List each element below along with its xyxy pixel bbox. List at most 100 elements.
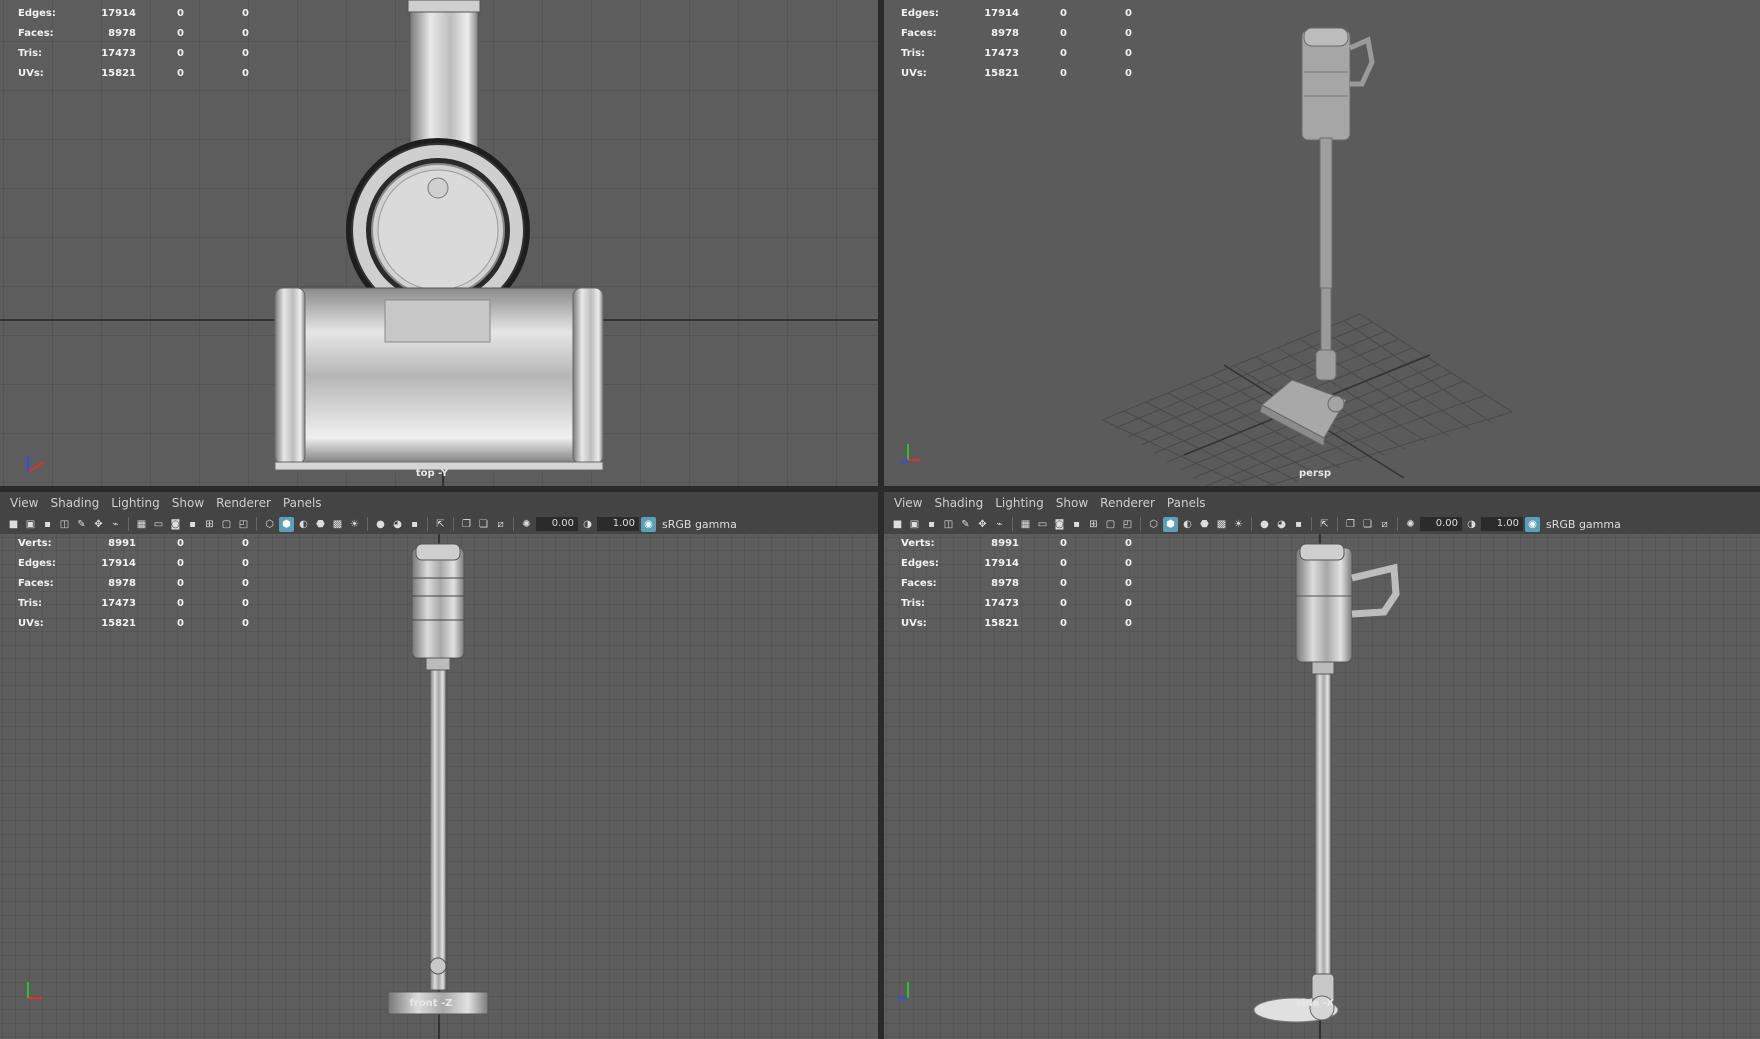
viewport-pane-side[interactable]: View Shading Lighting Show Renderer Pane… (884, 492, 1760, 1039)
safe-action-icon[interactable]: ▢ (219, 517, 234, 532)
color-space-selector[interactable]: sRGB gamma (662, 518, 737, 531)
toolbar-separator (1311, 517, 1312, 531)
image-plane-icon[interactable]: ◫ (941, 517, 956, 532)
pane-divider-vertical[interactable] (878, 0, 884, 1039)
resolution-gate-icon[interactable]: ◙ (168, 517, 183, 532)
camera-attributes-icon[interactable]: ▣ (907, 517, 922, 532)
camera-select-icon[interactable]: ■ (6, 517, 21, 532)
wireframe-icon[interactable]: ⬡ (1146, 517, 1161, 532)
field-chart-icon[interactable]: ⊞ (1086, 517, 1101, 532)
camera-select-icon[interactable]: ■ (890, 517, 905, 532)
viewport-persp[interactable]: Edges: 17914 0 0 Faces: 8978 0 0 Tris: 17473 0 0 … (884, 0, 1760, 486)
ambient-occlusion-icon[interactable]: ◕ (1274, 517, 1289, 532)
xray-icon[interactable]: ⇱ (1317, 517, 1332, 532)
viewport-top[interactable]: Edges: 17914 0 0 Faces: 8978 0 0 Tris: 17473 0 0 … (0, 0, 878, 486)
menu-show[interactable]: Show (172, 496, 204, 510)
menu-lighting[interactable]: Lighting (111, 496, 160, 510)
field-chart-icon[interactable]: ⊞ (202, 517, 217, 532)
grease-pencil-icon[interactable]: ✎ (958, 517, 973, 532)
grid-toggle-icon[interactable]: ▦ (134, 517, 149, 532)
film-gate-icon[interactable]: ▭ (1035, 517, 1050, 532)
safe-action-icon[interactable]: ▢ (1103, 517, 1118, 532)
xray-joints-icon[interactable]: ❏ (1360, 517, 1375, 532)
menu-renderer[interactable]: Renderer (1100, 496, 1155, 510)
exposure-icon[interactable]: ✺ (1403, 517, 1418, 532)
resolution-gate-icon[interactable]: ◙ (1052, 517, 1067, 532)
wireframe-on-shaded-icon[interactable]: ⬣ (313, 517, 328, 532)
color-management-icon[interactable]: ◉ (641, 516, 656, 532)
hud-row-faces: Faces: 8978 0 0 (901, 28, 1132, 39)
attribute-icon[interactable]: ⌁ (108, 517, 123, 532)
camera-attributes-icon[interactable]: ▣ (23, 517, 38, 532)
safe-title-icon[interactable]: ◰ (1120, 517, 1135, 532)
viewport-pane-persp[interactable]: Edges: 17914 0 0 Faces: 8978 0 0 Tris: 17473 0 0 … (884, 0, 1760, 486)
textured-icon[interactable]: ▩ (1214, 517, 1229, 532)
ambient-occlusion-icon[interactable]: ◕ (390, 517, 405, 532)
wireframe-icon[interactable]: ⬡ (262, 517, 277, 532)
film-gate-icon[interactable]: ▭ (151, 517, 166, 532)
menu-shading[interactable]: Shading (934, 496, 983, 510)
hud-row-edges: Edges: 17914 0 0 (901, 8, 1132, 19)
xray-joints-icon[interactable]: ❏ (476, 517, 491, 532)
menu-renderer[interactable]: Renderer (216, 496, 271, 510)
menu-lighting[interactable]: Lighting (995, 496, 1044, 510)
default-material-icon[interactable]: ◐ (296, 517, 311, 532)
xray-icon[interactable]: ⇱ (433, 517, 448, 532)
bookmark-icon[interactable]: ▪ (924, 517, 939, 532)
shadows-icon[interactable]: ● (1257, 517, 1272, 532)
attribute-icon[interactable]: ⌁ (992, 517, 1007, 532)
image-plane-icon[interactable]: ◫ (57, 517, 72, 532)
hud-row-tris: Tris: 17473 0 0 (18, 48, 249, 59)
isolate-select-icon[interactable]: ❐ (459, 517, 474, 532)
grid-toggle-icon[interactable]: ▦ (1018, 517, 1033, 532)
wireframe-on-shaded-icon[interactable]: ⬣ (1197, 517, 1212, 532)
menu-shading[interactable]: Shading (50, 496, 99, 510)
2d-pan-zoom-icon[interactable]: ✥ (975, 517, 990, 532)
hud-row-tris: Tris: 17473 0 0 (18, 598, 249, 609)
toolbar-separator (1337, 517, 1338, 531)
camera-label-front: front -Z (409, 998, 453, 1009)
grease-pencil-icon[interactable]: ✎ (74, 517, 89, 532)
color-management-icon[interactable]: ◉ (1525, 516, 1540, 532)
lights-icon[interactable]: ☀ (1231, 517, 1246, 532)
gamma-field[interactable]: 1.00 (597, 517, 639, 531)
viewport-pane-front[interactable]: View Shading Lighting Show Renderer Pane… (0, 492, 878, 1039)
gate-mask-icon[interactable]: ▪ (185, 517, 200, 532)
viewport-front[interactable]: Verts: 8991 0 0 Edges: 17914 0 0 Faces: 8978 0 0 … (0, 534, 878, 1039)
hud-row-edges: Edges: 17914 0 0 (18, 8, 249, 19)
menu-view[interactable]: View (894, 496, 922, 510)
backface-icon[interactable]: ⧄ (493, 517, 508, 532)
smooth-shade-icon[interactable]: ⬢ (279, 516, 294, 532)
default-material-icon[interactable]: ◐ (1180, 517, 1195, 532)
backface-icon[interactable]: ⧄ (1377, 517, 1392, 532)
exposure-icon[interactable]: ✺ (519, 517, 534, 532)
hud-row-uvs: UVs: 15821 0 0 (18, 618, 249, 629)
antialias-icon[interactable]: ▪ (407, 517, 422, 532)
exposure-field[interactable]: 0.00 (536, 517, 578, 531)
menu-panels[interactable]: Panels (283, 496, 322, 510)
smooth-shade-icon[interactable]: ⬢ (1163, 516, 1178, 532)
gamma-field[interactable]: 1.00 (1481, 517, 1523, 531)
bookmark-icon[interactable]: ▪ (40, 517, 55, 532)
textured-icon[interactable]: ▩ (330, 517, 345, 532)
panel-menubar: View Shading Lighting Show Renderer Pane… (0, 492, 878, 515)
2d-pan-zoom-icon[interactable]: ✥ (91, 517, 106, 532)
gamma-icon[interactable]: ◑ (1464, 517, 1479, 532)
toolbar-separator (367, 517, 368, 531)
isolate-select-icon[interactable]: ❐ (1343, 517, 1358, 532)
antialias-icon[interactable]: ▪ (1291, 517, 1306, 532)
toolbar-separator (513, 517, 514, 531)
menu-show[interactable]: Show (1056, 496, 1088, 510)
viewport-pane-top[interactable]: Edges: 17914 0 0 Faces: 8978 0 0 Tris: 17473 0 0 … (0, 0, 878, 486)
safe-title-icon[interactable]: ◰ (236, 517, 251, 532)
hud-row-edges: Edges: 17914 0 0 (18, 558, 249, 569)
menu-panels[interactable]: Panels (1167, 496, 1206, 510)
gamma-icon[interactable]: ◑ (580, 517, 595, 532)
gate-mask-icon[interactable]: ▪ (1069, 517, 1084, 532)
color-space-selector[interactable]: sRGB gamma (1546, 518, 1621, 531)
shadows-icon[interactable]: ● (373, 517, 388, 532)
exposure-field[interactable]: 0.00 (1420, 517, 1462, 531)
menu-view[interactable]: View (10, 496, 38, 510)
viewport-side[interactable]: Verts: 8991 0 0 Edges: 17914 0 0 Faces: 8978 0 0 … (884, 534, 1760, 1039)
lights-icon[interactable]: ☀ (347, 517, 362, 532)
